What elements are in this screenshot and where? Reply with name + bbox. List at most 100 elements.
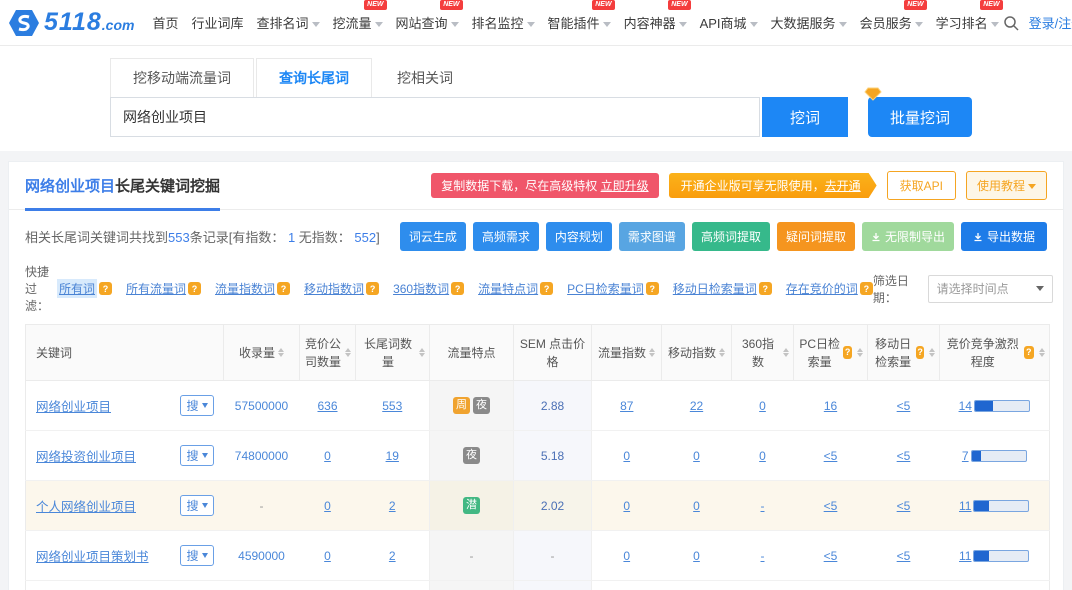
keyword-link[interactable]: 网络创业项目 — [36, 396, 111, 415]
flow-index-link[interactable]: 0 — [623, 549, 630, 563]
flow-index-link[interactable]: 87 — [620, 399, 633, 413]
index-360-link[interactable]: - — [761, 549, 765, 563]
longtail-count-link[interactable]: 2 — [389, 499, 396, 513]
nav-item-member-service[interactable]: 会员服务NEW — [856, 7, 927, 38]
nav-item-smart-plugin[interactable]: 智能插件NEW — [544, 7, 615, 38]
mobile-daily-link[interactable]: <5 — [897, 499, 911, 513]
sort-icon[interactable] — [278, 348, 284, 357]
content-plan-button[interactable]: 内容规划 — [546, 222, 612, 251]
site-logo[interactable]: 5118 .com — [8, 8, 134, 37]
filter-bidding-words[interactable]: 存在竞价的词? — [786, 280, 873, 297]
bid-companies-link[interactable]: 0 — [324, 549, 331, 563]
nav-item-content-tool[interactable]: 内容神器NEW — [620, 7, 691, 38]
filter-pc-daily-search-words[interactable]: PC日检索量词? — [567, 280, 659, 297]
nav-item-learn-ranking[interactable]: 学习排名NEW — [932, 7, 1003, 38]
get-api-button[interactable]: 获取API — [887, 171, 956, 200]
search-mini-button[interactable]: 搜 — [180, 495, 213, 516]
help-icon[interactable]: ? — [843, 346, 852, 359]
search-icon[interactable] — [1003, 15, 1019, 31]
help-icon[interactable]: ? — [99, 282, 112, 295]
index-360-link[interactable]: 0 — [759, 399, 766, 413]
pc-daily-link[interactable]: <5 — [824, 449, 838, 463]
bid-companies-link[interactable]: 636 — [317, 399, 337, 413]
upgrade-now-link[interactable]: 立即升级 — [601, 179, 649, 193]
help-icon[interactable]: ? — [759, 282, 772, 295]
tab-mobile-traffic-words[interactable]: 挖移动端流量词 — [110, 58, 254, 97]
high-freq-words-button[interactable]: 高频词提取 — [692, 222, 770, 251]
competition-link[interactable]: 11 — [959, 499, 971, 513]
competition-link[interactable]: 7 — [962, 449, 969, 463]
nav-item-site-query[interactable]: 网站查询NEW — [392, 7, 463, 38]
nav-item-rank-words[interactable]: 查排名词 — [252, 7, 323, 38]
help-icon[interactable]: ? — [860, 282, 873, 295]
sort-icon[interactable] — [1039, 348, 1045, 357]
mobile-daily-link[interactable]: <5 — [897, 549, 911, 563]
tab-query-longtail-words[interactable]: 查询长尾词 — [256, 58, 372, 97]
help-icon[interactable]: ? — [366, 282, 379, 295]
flow-index-link[interactable]: 0 — [623, 499, 630, 513]
demand-map-button[interactable]: 需求图谱 — [619, 222, 685, 251]
help-icon[interactable]: ? — [277, 282, 290, 295]
filter-all-traffic-words[interactable]: 所有流量词? — [126, 280, 201, 297]
filter-all-words[interactable]: 所有词? — [57, 279, 112, 298]
login-register-link[interactable]: 登录/注册 — [1029, 13, 1072, 32]
longtail-count-link[interactable]: 553 — [382, 399, 402, 413]
export-data-button[interactable]: 导出数据 — [961, 222, 1047, 251]
filter-360-index-words[interactable]: 360指数词? — [393, 280, 464, 297]
mobile-daily-link[interactable]: <5 — [897, 399, 911, 413]
tutorial-button[interactable]: 使用教程 — [966, 171, 1047, 200]
help-icon[interactable]: ? — [646, 282, 659, 295]
nav-item-dig-traffic[interactable]: 挖流量NEW — [329, 7, 387, 38]
keyword-search-input[interactable] — [110, 97, 760, 137]
sort-icon[interactable] — [783, 348, 789, 357]
mobile-index-link[interactable]: 22 — [690, 399, 703, 413]
bid-companies-link[interactable]: 0 — [324, 499, 331, 513]
upgrade-promo-banner[interactable]: 复制数据下载，尽在高级特权 立即升级 — [431, 173, 658, 198]
sort-icon[interactable] — [857, 348, 863, 357]
keyword-link[interactable]: 个人网络创业项目 — [36, 496, 136, 515]
mobile-index-link[interactable]: 0 — [693, 499, 700, 513]
nav-item-industry-lexicon[interactable]: 行业词库 — [187, 7, 247, 38]
filter-mobile-daily-search-words[interactable]: 移动日检索量词? — [673, 280, 772, 297]
open-enterprise-link[interactable]: 去开通 — [825, 179, 861, 193]
wordcloud-button[interactable]: 词云生成 — [400, 222, 466, 251]
pc-daily-link[interactable]: <5 — [824, 499, 838, 513]
tab-related-words[interactable]: 挖相关词 — [374, 58, 476, 97]
nav-item-home[interactable]: 首页 — [148, 7, 182, 38]
sort-icon[interactable] — [719, 348, 725, 357]
question-words-button[interactable]: 疑问词提取 — [777, 222, 855, 251]
help-icon[interactable]: ? — [1024, 346, 1035, 359]
sort-icon[interactable] — [419, 348, 425, 357]
index-360-link[interactable]: 0 — [759, 449, 766, 463]
sort-icon[interactable] — [649, 348, 655, 357]
sort-icon[interactable] — [345, 348, 351, 357]
batch-dig-button[interactable]: 批量挖词 — [868, 97, 972, 137]
longtail-count-link[interactable]: 19 — [386, 449, 399, 463]
help-icon[interactable]: ? — [188, 282, 201, 295]
high-freq-demand-button[interactable]: 高频需求 — [473, 222, 539, 251]
index-360-link[interactable]: - — [761, 499, 765, 513]
mobile-daily-link[interactable]: <5 — [897, 449, 911, 463]
flow-index-link[interactable]: 0 — [623, 449, 630, 463]
filter-traffic-index-words[interactable]: 流量指数词? — [215, 280, 290, 297]
search-mini-button[interactable]: 搜 — [180, 545, 213, 566]
mobile-index-link[interactable]: 0 — [693, 549, 700, 563]
competition-link[interactable]: 11 — [959, 549, 971, 563]
keyword-link[interactable]: 网络创业项目策划书 — [36, 546, 149, 565]
help-icon[interactable]: ? — [451, 282, 464, 295]
nav-item-api-mall[interactable]: API商城 — [696, 7, 762, 38]
keyword-link[interactable]: 网络投资创业项目 — [36, 446, 136, 465]
mobile-index-link[interactable]: 0 — [693, 449, 700, 463]
filter-mobile-index-words[interactable]: 移动指数词? — [304, 280, 379, 297]
bid-companies-link[interactable]: 0 — [324, 449, 331, 463]
enterprise-promo-banner[interactable]: 开通企业版可享无限使用，去开通 — [669, 173, 877, 198]
help-icon[interactable]: ? — [540, 282, 553, 295]
search-mini-button[interactable]: 搜 — [180, 445, 213, 466]
pc-daily-link[interactable]: 16 — [824, 399, 837, 413]
dig-words-button[interactable]: 挖词 — [762, 97, 848, 137]
filter-traffic-trait-words[interactable]: 流量特点词? — [478, 280, 553, 297]
sort-icon[interactable] — [929, 348, 935, 357]
help-icon[interactable]: ? — [916, 346, 924, 359]
nav-item-rank-monitor[interactable]: 排名监控 — [468, 7, 539, 38]
search-mini-button[interactable]: 搜 — [180, 395, 213, 416]
